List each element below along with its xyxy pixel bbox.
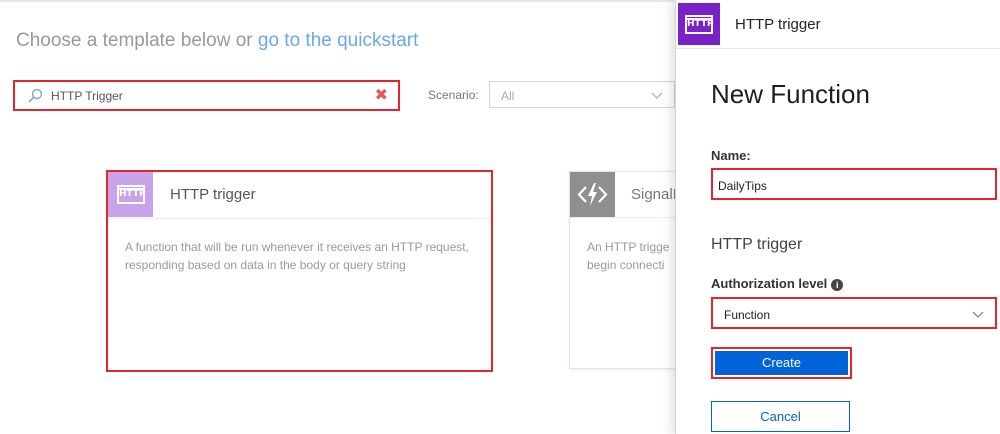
new-function-blade: HTTP HTTP trigger New Function Name: Dai…: [675, 0, 1000, 434]
clear-icon[interactable]: ✖: [375, 88, 388, 104]
quickstart-link[interactable]: go to the quickstart: [258, 30, 419, 51]
function-name-value: DailyTips: [718, 179, 767, 193]
trigger-section-title: HTTP trigger: [711, 236, 803, 253]
authorization-level-dropdown[interactable]: Function: [711, 297, 997, 329]
blade-header: HTTP HTTP trigger: [676, 0, 1000, 49]
heading-text: Choose a template below or: [16, 30, 253, 51]
card-description: A function that will be run whenever it …: [125, 240, 469, 272]
http-trigger-icon: HTTP: [678, 3, 720, 45]
template-card-http-trigger[interactable]: HTTP HTTP trigger A function that will b…: [106, 170, 493, 372]
http-trigger-icon: HTTP: [108, 172, 153, 217]
search-icon: [28, 88, 43, 103]
card-description: An HTTP trigge begin connecti: [587, 238, 678, 274]
blade-title: New Function: [711, 79, 870, 109]
card-description-line: An HTTP trigge: [587, 240, 670, 254]
create-button[interactable]: Create: [711, 347, 852, 379]
card-divider: [108, 218, 491, 219]
http-glyph: HTTP: [685, 15, 714, 34]
authorization-level-value: Function: [724, 308, 771, 322]
card-description-line: begin connecti: [587, 258, 665, 272]
name-label: Name:: [711, 148, 751, 163]
template-card-signalr[interactable]: SignalR An HTTP trigge begin connecti: [569, 171, 679, 369]
scenario-selected: All: [501, 89, 515, 103]
info-icon[interactable]: i: [831, 279, 844, 291]
scenario-label: Scenario:: [428, 88, 479, 102]
authorization-label-text: Authorization level: [711, 276, 828, 291]
function-name-input[interactable]: DailyTips: [711, 168, 997, 200]
blade-header-title: HTTP trigger: [735, 16, 821, 33]
http-glyph: HTTP: [117, 185, 146, 204]
authorization-label: Authorization level i: [711, 276, 844, 291]
signalr-icon: [570, 172, 615, 217]
chevron-down-icon: [651, 92, 663, 99]
card-title: SignalR: [631, 186, 679, 203]
card-title: HTTP trigger: [170, 186, 256, 203]
card-divider: [570, 217, 678, 218]
chevron-down-icon: [972, 311, 984, 318]
create-button-label: Create: [715, 351, 848, 375]
scenario-dropdown[interactable]: All: [489, 81, 675, 108]
template-search-input[interactable]: HTTP Trigger ✖: [13, 80, 400, 111]
search-value: HTTP Trigger: [51, 89, 123, 103]
cancel-button[interactable]: Cancel: [711, 401, 850, 432]
page-heading: Choose a template below or go to the qui…: [16, 30, 418, 52]
signalr-glyph: [577, 183, 608, 206]
